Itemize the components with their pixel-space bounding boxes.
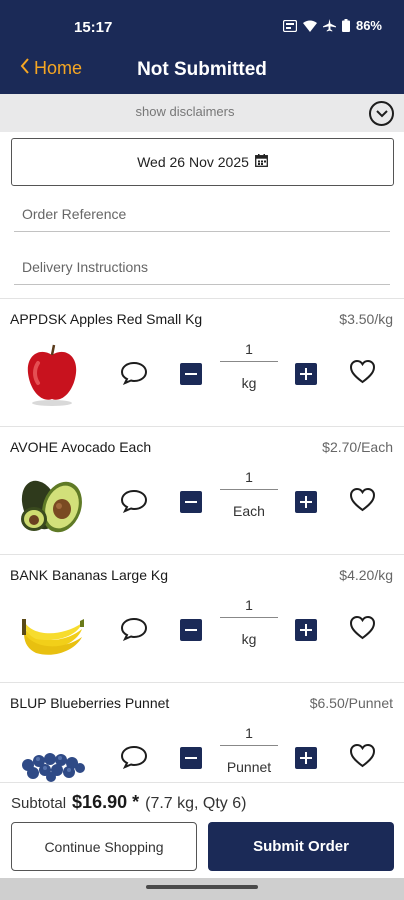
status-bar: 15:17 86% — [0, 0, 404, 50]
decrease-quantity-button[interactable] — [180, 619, 202, 641]
quantity-value[interactable]: 1 — [220, 725, 278, 741]
red-apple-image — [18, 341, 88, 407]
increase-quantity-button[interactable] — [295, 619, 317, 641]
product-price: $3.50/kg — [339, 311, 393, 327]
order-summary: Subtotal $16.90 * (7.7 kg, Qty 6) Contin… — [0, 782, 404, 878]
chevron-left-icon — [20, 58, 34, 79]
subtotal-detail: (7.7 kg, Qty 6) — [145, 795, 247, 812]
product-price: $4.20/kg — [339, 567, 393, 583]
quantity-unit: kg — [241, 375, 257, 391]
battery-icon — [341, 19, 350, 32]
airplane-icon — [322, 19, 336, 32]
decrease-quantity-button[interactable] — [180, 363, 202, 385]
comment-icon[interactable] — [120, 361, 148, 385]
quantity-value[interactable]: 1 — [220, 597, 278, 613]
product-name: AVOHE Avocado Each — [10, 439, 152, 455]
wifi-icon — [302, 20, 317, 32]
increase-quantity-button[interactable] — [295, 491, 317, 513]
battery-percent: 86% — [355, 18, 382, 33]
quantity-unit: kg — [241, 631, 257, 647]
product-name: BLUP Blueberries Punnet — [10, 695, 170, 711]
decrease-quantity-button[interactable] — [180, 491, 202, 513]
disclaimer-bar[interactable]: show disclaimers — [0, 94, 404, 132]
delivery-instructions-field[interactable]: Delivery Instructions — [14, 259, 390, 285]
status-icons: 86% — [282, 18, 382, 33]
quantity-underline — [220, 489, 278, 490]
product-price: $2.70/Each — [322, 439, 393, 455]
increase-quantity-button[interactable] — [295, 747, 317, 769]
product-name: APPDSK Apples Red Small Kg — [10, 311, 203, 327]
decrease-quantity-button[interactable] — [180, 747, 202, 769]
subtotal-label: Subtotal — [11, 795, 67, 812]
increase-quantity-button[interactable] — [295, 363, 317, 385]
delivery-date-value: Wed 26 Nov 2025 — [137, 154, 249, 170]
submit-order-button[interactable]: Submit Order — [208, 822, 394, 871]
product-row: BANK Bananas Large Kg $4.20/kg 1 kg — [0, 555, 404, 683]
avocado-image — [18, 469, 88, 535]
disclaimer-label: show disclaimers — [135, 104, 235, 119]
order-reference-field[interactable]: Order Reference — [14, 206, 390, 232]
sim-card-icon — [282, 19, 297, 32]
quantity-value[interactable]: 1 — [220, 341, 278, 357]
heart-icon[interactable] — [349, 359, 376, 385]
product-row: AVOHE Avocado Each $2.70/Each 1 Each — [0, 427, 404, 555]
heart-icon[interactable] — [349, 615, 376, 641]
heart-icon[interactable] — [349, 743, 376, 769]
disclaimer-toggle-button[interactable] — [369, 101, 394, 126]
system-navigation-bar — [0, 878, 404, 900]
heart-icon[interactable] — [349, 487, 376, 513]
gesture-handle[interactable] — [146, 885, 258, 889]
quantity-underline — [220, 361, 278, 362]
quantity-unit: Punnet — [226, 759, 272, 775]
subtotal: Subtotal $16.90 * (7.7 kg, Qty 6) — [11, 792, 246, 813]
blueberries-image — [18, 725, 88, 782]
chevron-down-icon — [375, 105, 388, 123]
back-button[interactable]: Home — [20, 58, 82, 79]
subtotal-amount: $16.90 * — [72, 792, 140, 812]
quantity-unit: Each — [233, 503, 265, 519]
bananas-image — [18, 597, 88, 663]
delivery-date-picker[interactable]: Wed 26 Nov 2025 — [11, 138, 394, 186]
product-name: BANK Bananas Large Kg — [10, 567, 168, 583]
quantity-value[interactable]: 1 — [220, 469, 278, 485]
calendar-icon — [254, 154, 268, 170]
app-header: 15:17 86% Home Not Submitted — [0, 0, 404, 94]
quantity-underline — [220, 617, 278, 618]
status-time: 15:17 — [74, 19, 113, 36]
back-label: Home — [34, 58, 83, 78]
comment-icon[interactable] — [120, 617, 148, 641]
comment-icon[interactable] — [120, 489, 148, 513]
product-price: $6.50/Punnet — [309, 695, 393, 711]
quantity-underline — [220, 745, 278, 746]
comment-icon[interactable] — [120, 745, 148, 769]
continue-shopping-button[interactable]: Continue Shopping — [11, 822, 197, 871]
product-row: BLUP Blueberries Punnet $6.50/Punnet 1 P… — [0, 683, 404, 782]
product-row: APPDSK Apples Red Small Kg $3.50/kg 1 kg — [0, 299, 404, 427]
